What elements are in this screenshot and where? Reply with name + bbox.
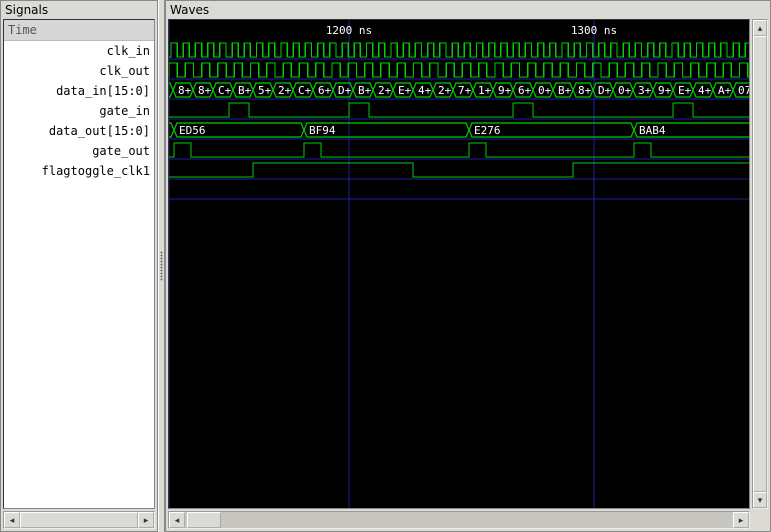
svg-text:4+: 4+	[698, 84, 712, 97]
signal-row[interactable]: flagtoggle_clk1	[4, 161, 154, 181]
svg-text:1+: 1+	[478, 84, 492, 97]
scroll-up-icon[interactable]: ▴	[753, 20, 767, 36]
waves-hscrollbar[interactable]: ◂ ▸	[168, 511, 750, 529]
signals-list[interactable]: Time clk_in clk_out data_in[15:0] gate_i…	[3, 19, 155, 509]
waves-panel: Waves 1200 ns 1300 ns 8+ 8+ C+ B+ 5+ 2+ C+ 6+ D+ B+…	[165, 0, 771, 532]
svg-text:1200 ns: 1200 ns	[326, 24, 372, 37]
svg-text:7+: 7+	[458, 84, 472, 97]
svg-text:07: 07	[738, 84, 749, 97]
svg-text:8+: 8+	[178, 84, 192, 97]
svg-text:2+: 2+	[438, 84, 452, 97]
scroll-thumb[interactable]	[20, 512, 138, 528]
svg-text:C+: C+	[298, 84, 312, 97]
signals-panel-title: Signals	[1, 1, 157, 19]
signals-panel: Signals Time clk_in clk_out data_in[15:0…	[0, 0, 158, 532]
signal-row[interactable]: clk_out	[4, 61, 154, 81]
scroll-right-icon[interactable]: ▸	[733, 512, 749, 528]
scroll-thumb[interactable]	[187, 512, 221, 528]
scroll-left-icon[interactable]: ◂	[169, 512, 185, 528]
signal-row[interactable]: clk_in	[4, 41, 154, 61]
scroll-track[interactable]	[753, 36, 767, 492]
scroll-track[interactable]	[185, 512, 733, 528]
svg-text:9+: 9+	[498, 84, 512, 97]
svg-text:6+: 6+	[318, 84, 332, 97]
scroll-track[interactable]	[20, 512, 138, 528]
svg-text:E+: E+	[678, 84, 692, 97]
svg-text:9+: 9+	[658, 84, 672, 97]
svg-text:C+: C+	[218, 84, 232, 97]
scroll-thumb[interactable]	[753, 36, 767, 492]
scroll-down-icon[interactable]: ▾	[753, 492, 767, 508]
panel-splitter[interactable]	[158, 0, 165, 532]
svg-text:ED56: ED56	[179, 124, 206, 137]
signal-row[interactable]: gate_in	[4, 101, 154, 121]
svg-text:2+: 2+	[378, 84, 392, 97]
signal-row[interactable]: gate_out	[4, 141, 154, 161]
svg-text:D+: D+	[338, 84, 352, 97]
svg-text:E+: E+	[398, 84, 412, 97]
svg-text:D+: D+	[598, 84, 612, 97]
svg-text:5+: 5+	[258, 84, 272, 97]
svg-text:B+: B+	[238, 84, 252, 97]
waves-vscrollbar[interactable]: ▴ ▾	[752, 19, 768, 509]
signal-row[interactable]: data_in[15:0]	[4, 81, 154, 101]
svg-text:2+: 2+	[278, 84, 292, 97]
svg-text:A+: A+	[718, 84, 732, 97]
waves-canvas[interactable]: 1200 ns 1300 ns 8+ 8+ C+ B+ 5+ 2+ C+ 6+ D+ B+ 2+ E+ 4+…	[168, 19, 750, 509]
svg-text:3+: 3+	[638, 84, 652, 97]
svg-text:BAB4: BAB4	[639, 124, 666, 137]
svg-text:B+: B+	[358, 84, 372, 97]
signal-row[interactable]: data_out[15:0]	[4, 121, 154, 141]
svg-text:8+: 8+	[578, 84, 592, 97]
svg-text:8+: 8+	[198, 84, 212, 97]
svg-text:6+: 6+	[518, 84, 532, 97]
svg-text:BF94: BF94	[309, 124, 336, 137]
svg-text:0+: 0+	[538, 84, 552, 97]
svg-text:0+: 0+	[618, 84, 632, 97]
scroll-right-icon[interactable]: ▸	[138, 512, 154, 528]
scroll-left-icon[interactable]: ◂	[4, 512, 20, 528]
svg-text:1300 ns: 1300 ns	[571, 24, 617, 37]
svg-text:E276: E276	[474, 124, 501, 137]
time-row[interactable]: Time	[4, 20, 154, 41]
svg-text:4+: 4+	[418, 84, 432, 97]
waves-panel-title: Waves	[166, 1, 770, 19]
signals-hscrollbar[interactable]: ◂ ▸	[3, 511, 155, 529]
svg-text:B+: B+	[558, 84, 572, 97]
